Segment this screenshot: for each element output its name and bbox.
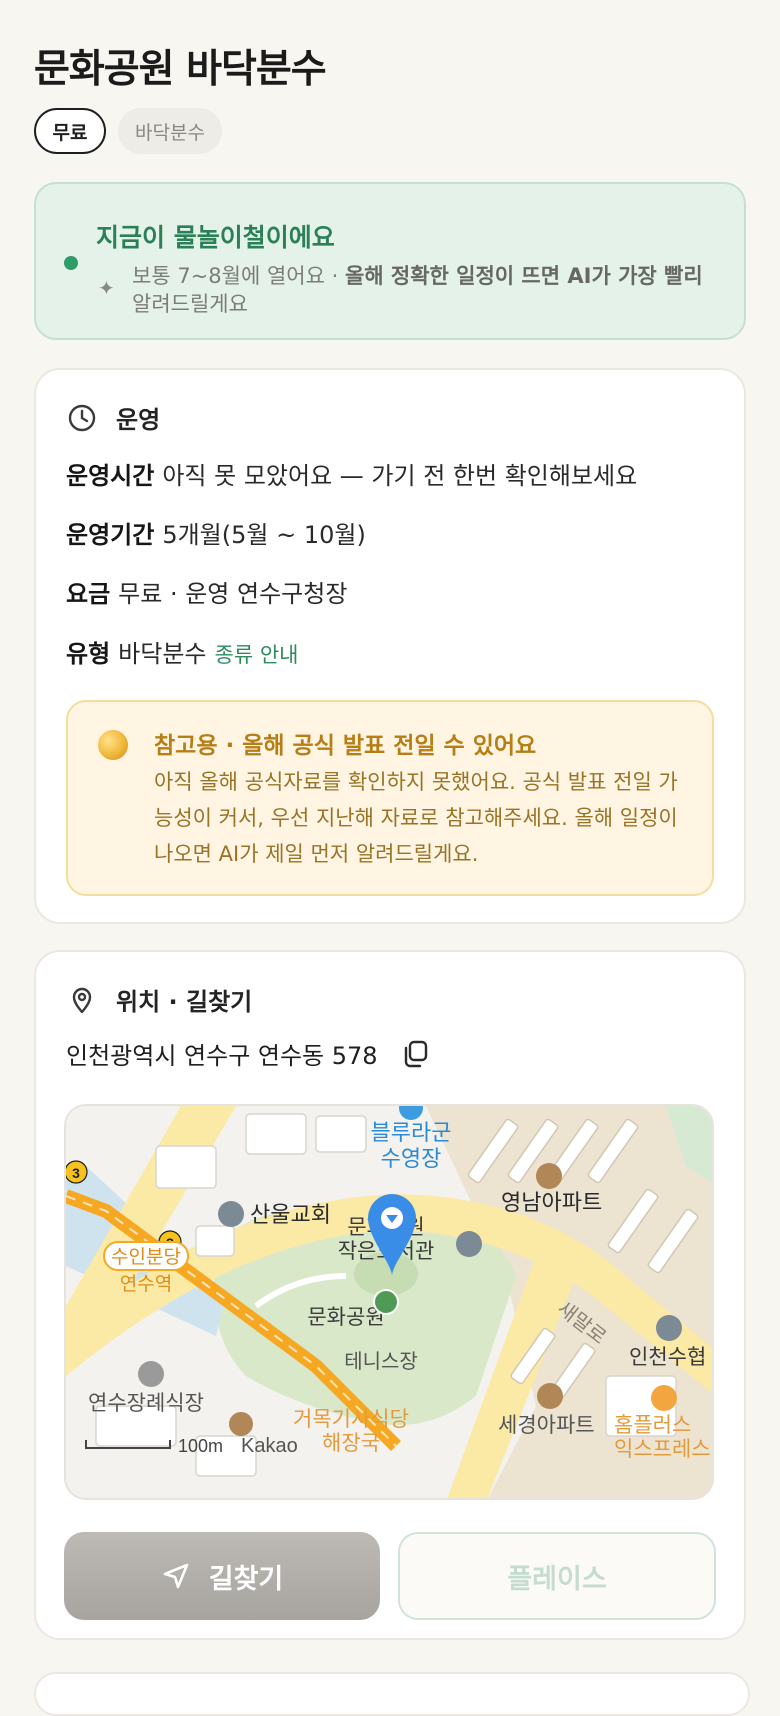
period-label: 운영기간 bbox=[66, 521, 155, 549]
period-row: 운영기간 5개월(5월 ~ 10월) bbox=[66, 515, 366, 550]
church-icon bbox=[218, 1201, 244, 1227]
church-label: 산울교회 bbox=[250, 1202, 331, 1227]
line-badge-text: 3 bbox=[72, 1165, 80, 1181]
store-label-line2: 익스프레스 bbox=[614, 1438, 711, 1461]
notice-body: 아직 올해 공식자료를 확인하지 못했어요. 공식 발표 전일 가능성이 커서,… bbox=[154, 770, 678, 866]
reference-notice: 참고용 · 올해 공식 발표 전일 수 있어요 아직 올해 공식자료를 확인하지… bbox=[66, 700, 714, 896]
clock-icon bbox=[66, 402, 98, 434]
fee-label: 요금 bbox=[66, 580, 111, 608]
season-desc-suffix: 알려드릴게요 bbox=[132, 292, 248, 316]
season-banner: 지금이 물놀이철이에요 ✦ 보통 7~8월에 열어요 · 올해 정확한 일정이 … bbox=[34, 182, 746, 340]
station-label-line2: 연수역 bbox=[120, 1273, 172, 1295]
notice-title: 참고용 · 올해 공식 발표 전일 수 있어요 bbox=[154, 733, 537, 759]
directions-button-label: 길찾기 bbox=[208, 1563, 284, 1595]
church-poi: 산울교회 bbox=[218, 1201, 331, 1227]
type-value: 바닥분수 bbox=[118, 640, 207, 668]
store-icon bbox=[651, 1385, 677, 1411]
period-value: 5개월(5월 ~ 10월) bbox=[162, 521, 366, 549]
operation-heading: 운영 bbox=[66, 400, 160, 435]
sparkle-icon: ✦ bbox=[98, 276, 115, 300]
store-label-line1: 홈플러스 bbox=[614, 1414, 691, 1437]
funeral-label: 연수장례식장 bbox=[88, 1392, 204, 1415]
price-chip: 무료 bbox=[34, 108, 106, 154]
next-card bbox=[34, 1672, 750, 1716]
building bbox=[195, 1225, 235, 1257]
library-icon bbox=[456, 1231, 482, 1257]
page-title: 문화공원 바닥분수 bbox=[34, 47, 327, 92]
station-label-line1: 수인분당 bbox=[111, 1246, 181, 1268]
type-row: 유형 바닥분수 종류 안내 bbox=[66, 634, 298, 669]
building bbox=[315, 1115, 367, 1153]
directions-button[interactable]: 길찾기 bbox=[64, 1532, 380, 1620]
kakao-logo: Kakao bbox=[241, 1435, 298, 1457]
fee-value: 무료 · 운영 연수구청장 bbox=[118, 580, 348, 608]
copy-icon[interactable] bbox=[400, 1039, 430, 1069]
park-poi-icon bbox=[373, 1289, 399, 1315]
navigation-arrow-icon bbox=[161, 1561, 191, 1591]
hours-value: 아직 못 모았어요 — 가기 전 한번 확인해보세요 bbox=[162, 462, 638, 490]
season-desc-prefix: 보통 7~8월에 열어요 · bbox=[132, 264, 345, 288]
type-guide-link[interactable]: 종류 안내 bbox=[215, 643, 299, 667]
status-dot-icon bbox=[64, 256, 78, 270]
address-text: 인천광역시 연수구 연수동 578 bbox=[66, 1042, 378, 1070]
address-row: 인천광역시 연수구 연수동 578 bbox=[66, 1036, 430, 1071]
detail-page: 문화공원 바닥분수 무료 바닥분수 지금이 물놀이철이에요 ✦ 보통 7~8월에… bbox=[0, 0, 780, 1716]
hours-label: 운영시간 bbox=[66, 462, 155, 490]
building bbox=[155, 1145, 217, 1189]
restaurant-icon bbox=[229, 1412, 253, 1436]
funeral-icon bbox=[138, 1361, 164, 1387]
fee-row: 요금 무료 · 운영 연수구청장 bbox=[66, 574, 347, 609]
apartment-icon bbox=[536, 1163, 562, 1189]
apt2-label: 세경아파트 bbox=[498, 1414, 595, 1437]
place-button[interactable]: 플레이스 bbox=[398, 1532, 716, 1620]
apt1-label: 영남아파트 bbox=[501, 1190, 602, 1215]
building bbox=[245, 1113, 307, 1155]
season-title: 지금이 물놀이철이에요 bbox=[96, 223, 335, 252]
market-label-line2: 해장국 bbox=[322, 1432, 380, 1455]
location-card: 위치 · 길찾기 인천광역시 연수구 연수동 578 블루라군 수영장 산울교회… bbox=[34, 950, 746, 1640]
notice-orb-icon bbox=[98, 730, 128, 760]
location-map[interactable]: 블루라군 수영장 산울교회 영남아파트 문화공원 작은도서관 문화공원 테니 bbox=[64, 1104, 714, 1500]
type-label: 유형 bbox=[66, 640, 111, 668]
type-chip: 바닥분수 bbox=[118, 108, 222, 154]
office-label: 인천수협 bbox=[629, 1346, 706, 1369]
pool-label-line1: 블루라군 bbox=[371, 1120, 452, 1145]
office-icon bbox=[656, 1315, 682, 1341]
location-heading-label: 위치 · 길찾기 bbox=[116, 988, 253, 1016]
map-canvas: 블루라군 수영장 산울교회 영남아파트 문화공원 작은도서관 문화공원 테니 bbox=[66, 1106, 712, 1498]
park-label: 문화공원 bbox=[307, 1306, 384, 1329]
market-label-line1: 거목기사식당 bbox=[293, 1408, 409, 1431]
location-pin-icon bbox=[66, 984, 98, 1016]
apartment-icon-2 bbox=[537, 1383, 563, 1409]
season-desc-emphasis: 올해 정확한 일정이 뜨면 AI가 가장 빨리 bbox=[344, 264, 703, 288]
season-description: 보통 7~8월에 열어요 · 올해 정확한 일정이 뜨면 AI가 가장 빨리 알… bbox=[132, 262, 722, 318]
operation-card: 운영 운영시간 아직 못 모았어요 — 가기 전 한번 확인해보세요 운영기간 5개… bbox=[34, 368, 746, 924]
location-heading: 위치 · 길찾기 bbox=[66, 982, 252, 1017]
operation-heading-label: 운영 bbox=[116, 406, 161, 434]
hours-row: 운영시간 아직 못 모았어요 — 가기 전 한번 확인해보세요 bbox=[66, 456, 637, 491]
pool-label-line2: 수영장 bbox=[381, 1146, 442, 1171]
scale-label: 100m bbox=[178, 1436, 223, 1456]
tennis-label: 테니스장 bbox=[344, 1350, 418, 1373]
